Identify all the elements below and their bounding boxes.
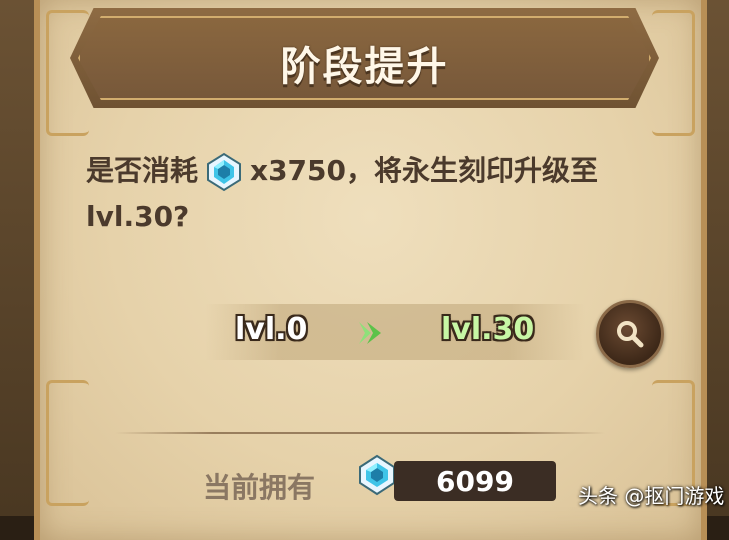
question-suffix: ，将永生刻印升级至 — [346, 154, 599, 187]
preview-search-button[interactable] — [596, 300, 664, 368]
ornament-corner — [46, 380, 89, 506]
cost-amount: x3750 — [250, 154, 347, 187]
level-from: lvl.0 — [235, 312, 308, 347]
magnifier-icon — [617, 321, 644, 348]
owned-value: 6099 — [436, 465, 514, 498]
level-change-strip: lvl.0 lvl.30 — [205, 304, 585, 360]
blue-crystal-icon — [207, 152, 242, 192]
dialog-title: 阶段提升 — [280, 44, 449, 90]
level-to: lvl.30 — [441, 312, 535, 347]
question-target: lvl.30? — [86, 200, 190, 233]
divider — [115, 432, 605, 434]
upgrade-question: 是否消耗 x3750，将永生刻印升级至 lvl.30? — [86, 148, 666, 240]
game-frame: 阶段提升 是否消耗 x3750，将永生刻印升级至 lvl.30? lvl.0 l… — [0, 0, 729, 540]
question-prefix: 是否消耗 — [86, 154, 199, 187]
owned-value-box: 6099 — [394, 461, 556, 501]
green-right-arrow-icon — [359, 322, 381, 344]
title-banner: 阶段提升 — [70, 8, 659, 108]
watermark: 头条 @抠门游戏 — [578, 484, 725, 508]
owned-label: 当前拥有 — [203, 471, 316, 504]
